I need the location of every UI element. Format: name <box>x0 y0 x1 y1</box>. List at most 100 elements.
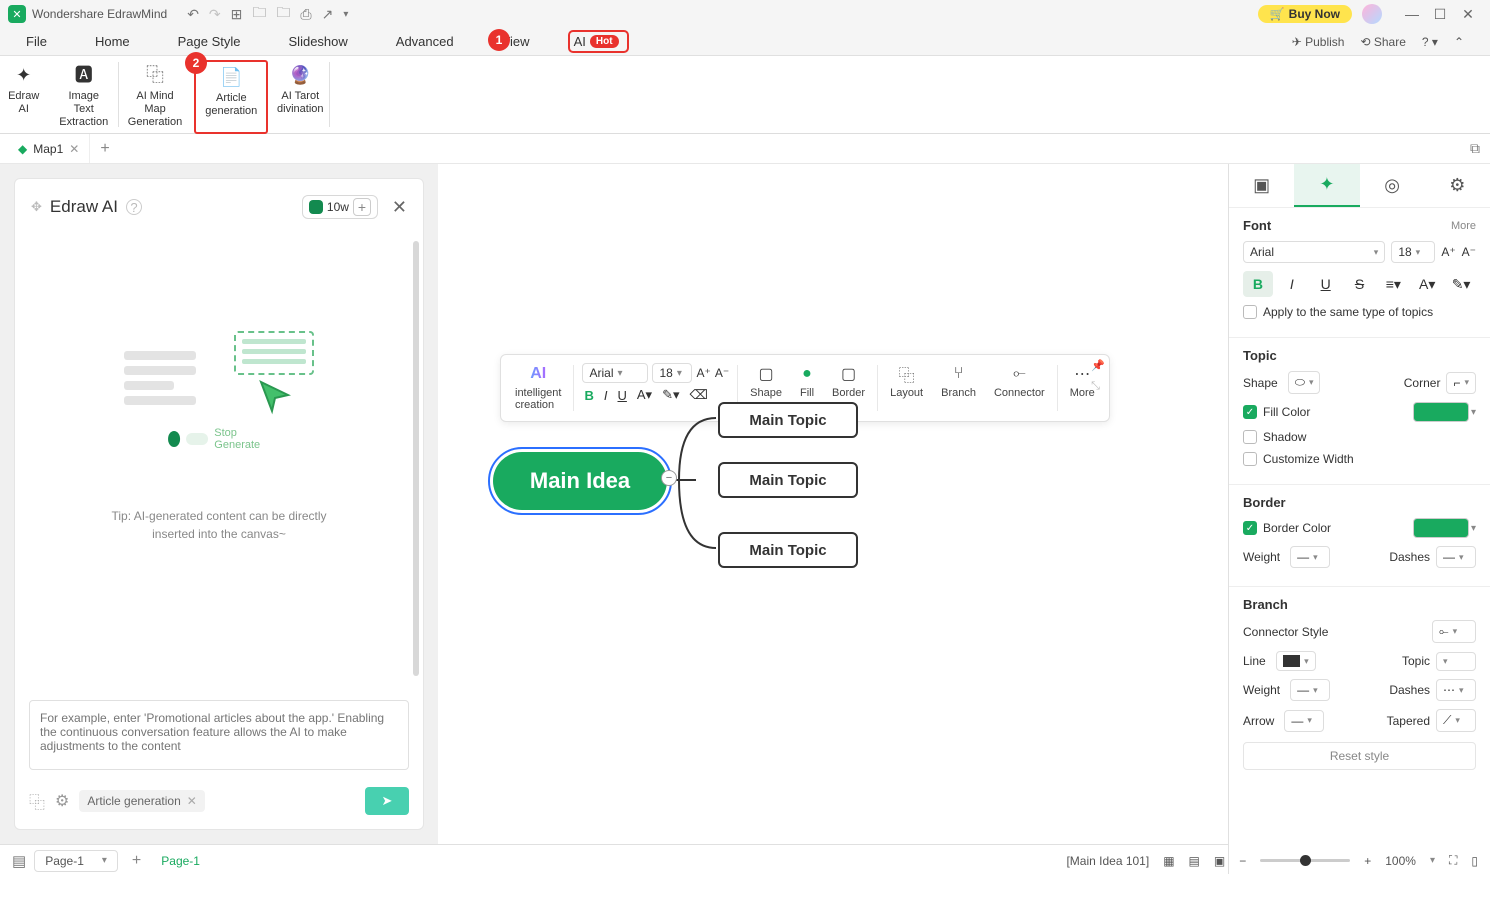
border-color-checkbox[interactable]: ✓ <box>1243 521 1257 535</box>
font-increase-icon[interactable]: A⁺ <box>696 366 710 380</box>
token-counter[interactable]: 10w + <box>302 195 378 219</box>
side-tab-map[interactable]: ◎ <box>1360 164 1425 207</box>
menu-home[interactable]: Home <box>95 34 130 49</box>
fullscreen-icon[interactable]: ⛶ <box>1449 853 1457 868</box>
fill-color-swatch[interactable] <box>1413 402 1469 422</box>
font-more-link[interactable]: More <box>1451 220 1476 232</box>
stop-generate[interactable]: Stop Generate <box>168 427 270 451</box>
maximize-icon[interactable]: ☐ <box>1426 6 1454 23</box>
node-main-idea[interactable]: Main Idea <box>493 452 667 510</box>
send-button[interactable]: ➤ <box>365 787 409 815</box>
zoom-in-icon[interactable]: + <box>1364 854 1371 868</box>
font-size-select[interactable]: 18▾ <box>1391 241 1435 263</box>
width-checkbox[interactable] <box>1243 452 1257 466</box>
panel-close-icon[interactable]: ✕ <box>392 197 407 218</box>
menu-file[interactable]: File <box>26 34 47 49</box>
scrollbar[interactable] <box>413 241 419 676</box>
collapse-handle[interactable]: − <box>661 470 677 486</box>
page-tab-1[interactable]: Page-1 <box>161 854 200 868</box>
arrow-select[interactable]: — ▾ <box>1284 710 1324 732</box>
border-color-swatch[interactable] <box>1413 518 1469 538</box>
view-grid-icon[interactable]: ▦ <box>1163 854 1174 868</box>
underline-button[interactable]: U <box>618 388 627 403</box>
dropdown-icon[interactable]: ▾ <box>343 9 348 20</box>
ribbon-article-gen[interactable]: 📄Article generation <box>194 60 268 134</box>
border-button[interactable]: ▢Border <box>824 361 873 403</box>
settings-icon[interactable]: ⚙ <box>55 791 69 811</box>
italic-button[interactable]: I <box>1277 271 1307 297</box>
side-tab-style[interactable]: ✦ <box>1294 164 1359 207</box>
apply-same-checkbox[interactable] <box>1243 305 1257 319</box>
ribbon-tarot[interactable]: 🔮AI Tarot divination <box>268 60 332 134</box>
layout-button[interactable]: ⿻Layout <box>882 361 931 403</box>
help-icon[interactable]: ? <box>126 199 142 215</box>
token-add-button[interactable]: + <box>353 198 371 216</box>
mode-chip[interactable]: Article generation✕ <box>79 790 204 812</box>
view-list-icon[interactable]: ▤ <box>1189 854 1200 868</box>
print-icon[interactable]: ⎙ <box>300 6 311 23</box>
undo-icon[interactable]: ↶ <box>187 6 199 23</box>
user-avatar[interactable] <box>1362 4 1382 24</box>
canvas[interactable]: AIintelligent creation Arial▾ 18▾ A⁺ A⁻ … <box>438 164 1228 844</box>
ai-prompt-input[interactable] <box>29 700 409 770</box>
node-topic-1[interactable]: Main Topic <box>718 402 858 438</box>
menu-ai-hot[interactable]: AI Hot <box>568 30 629 53</box>
conn-style-select[interactable]: ⟜ ▾ <box>1432 620 1476 643</box>
move-icon[interactable]: ✥ <box>31 199 42 215</box>
color-button[interactable]: A▾ <box>1412 271 1442 297</box>
minimize-icon[interactable]: — <box>1398 6 1426 23</box>
expand-icon[interactable]: ⤡ <box>1091 380 1105 393</box>
help-icon[interactable]: ? ▾ <box>1422 35 1438 49</box>
connector-button[interactable]: ⟜Connector <box>986 361 1053 403</box>
redo-icon[interactable]: ↷ <box>209 6 221 23</box>
italic-button[interactable]: I <box>604 388 608 403</box>
close-icon[interactable]: ✕ <box>1454 6 1482 23</box>
new-icon[interactable]: ⊞ <box>231 6 243 23</box>
shadow-checkbox[interactable] <box>1243 430 1257 444</box>
collapse-ribbon-icon[interactable]: ⌃ <box>1454 35 1464 49</box>
border-dashes-select[interactable]: — ▾ <box>1436 546 1476 568</box>
reset-style-button[interactable]: Reset style <box>1243 742 1476 770</box>
chip-close-icon[interactable]: ✕ <box>187 794 197 808</box>
menu-slideshow[interactable]: Slideshow <box>289 34 348 49</box>
zoom-slider[interactable] <box>1260 859 1350 862</box>
underline-button[interactable]: U <box>1311 271 1341 297</box>
open-icon[interactable]: 🗀 <box>252 2 266 26</box>
publish-button[interactable]: ✈ Publish <box>1292 35 1345 49</box>
zoom-out-icon[interactable]: − <box>1239 854 1246 868</box>
highlight-button[interactable]: ✎▾ <box>1446 271 1476 297</box>
menu-page-style[interactable]: Page Style <box>178 34 241 49</box>
node-topic-2[interactable]: Main Topic <box>718 462 858 498</box>
node-topic-3[interactable]: Main Topic <box>718 532 858 568</box>
shape-select[interactable]: ⬭ ▾ <box>1288 371 1321 394</box>
fill-button[interactable]: ●Fill <box>792 361 822 403</box>
new-tab-button[interactable]: + <box>90 140 119 158</box>
line-color-select[interactable]: ▾ <box>1276 651 1316 671</box>
share-button[interactable]: ⟲ Share <box>1360 35 1405 49</box>
font-family-select[interactable]: Arial▾ <box>1243 241 1385 263</box>
pin-icon[interactable]: 📌 <box>1091 359 1105 372</box>
outline-icon[interactable]: ▤ <box>12 852 26 870</box>
branch-dashes-select[interactable]: ⋯ ▾ <box>1436 679 1476 701</box>
ribbon-edraw-ai[interactable]: ✦Edraw AI <box>0 60 48 134</box>
font-color-button[interactable]: A▾ <box>637 387 652 403</box>
tabs-expand-icon[interactable]: ⧉ <box>1470 140 1490 157</box>
shape-button[interactable]: ▢Shape <box>742 361 790 403</box>
intelligent-creation-button[interactable]: AIintelligent creation <box>507 361 569 415</box>
side-tab-page[interactable]: ▣ <box>1229 164 1294 207</box>
topic-select[interactable]: ▾ <box>1436 652 1476 671</box>
strike-button[interactable]: S <box>1345 271 1375 297</box>
ribbon-mind-map[interactable]: ⿻AI Mind Map Generation <box>116 60 195 134</box>
side-tab-settings[interactable]: ⚙ <box>1425 164 1490 207</box>
insert-icon[interactable]: ⿻ <box>29 789 45 813</box>
align-button[interactable]: ≡▾ <box>1378 271 1408 297</box>
buy-now-button[interactable]: 🛒 Buy Now <box>1258 5 1352 23</box>
corner-select[interactable]: ⌐ ▾ <box>1446 372 1476 394</box>
tab-close-icon[interactable]: ✕ <box>69 142 79 156</box>
menu-advanced[interactable]: Advanced <box>396 34 454 49</box>
bold-button[interactable]: B <box>1243 271 1273 297</box>
page-select[interactable]: Page-1▾ <box>34 850 118 872</box>
export-icon[interactable]: ↗ <box>322 6 334 23</box>
add-page-button[interactable]: + <box>132 852 141 870</box>
tapered-select[interactable]: ⟋ ▾ <box>1436 709 1476 732</box>
